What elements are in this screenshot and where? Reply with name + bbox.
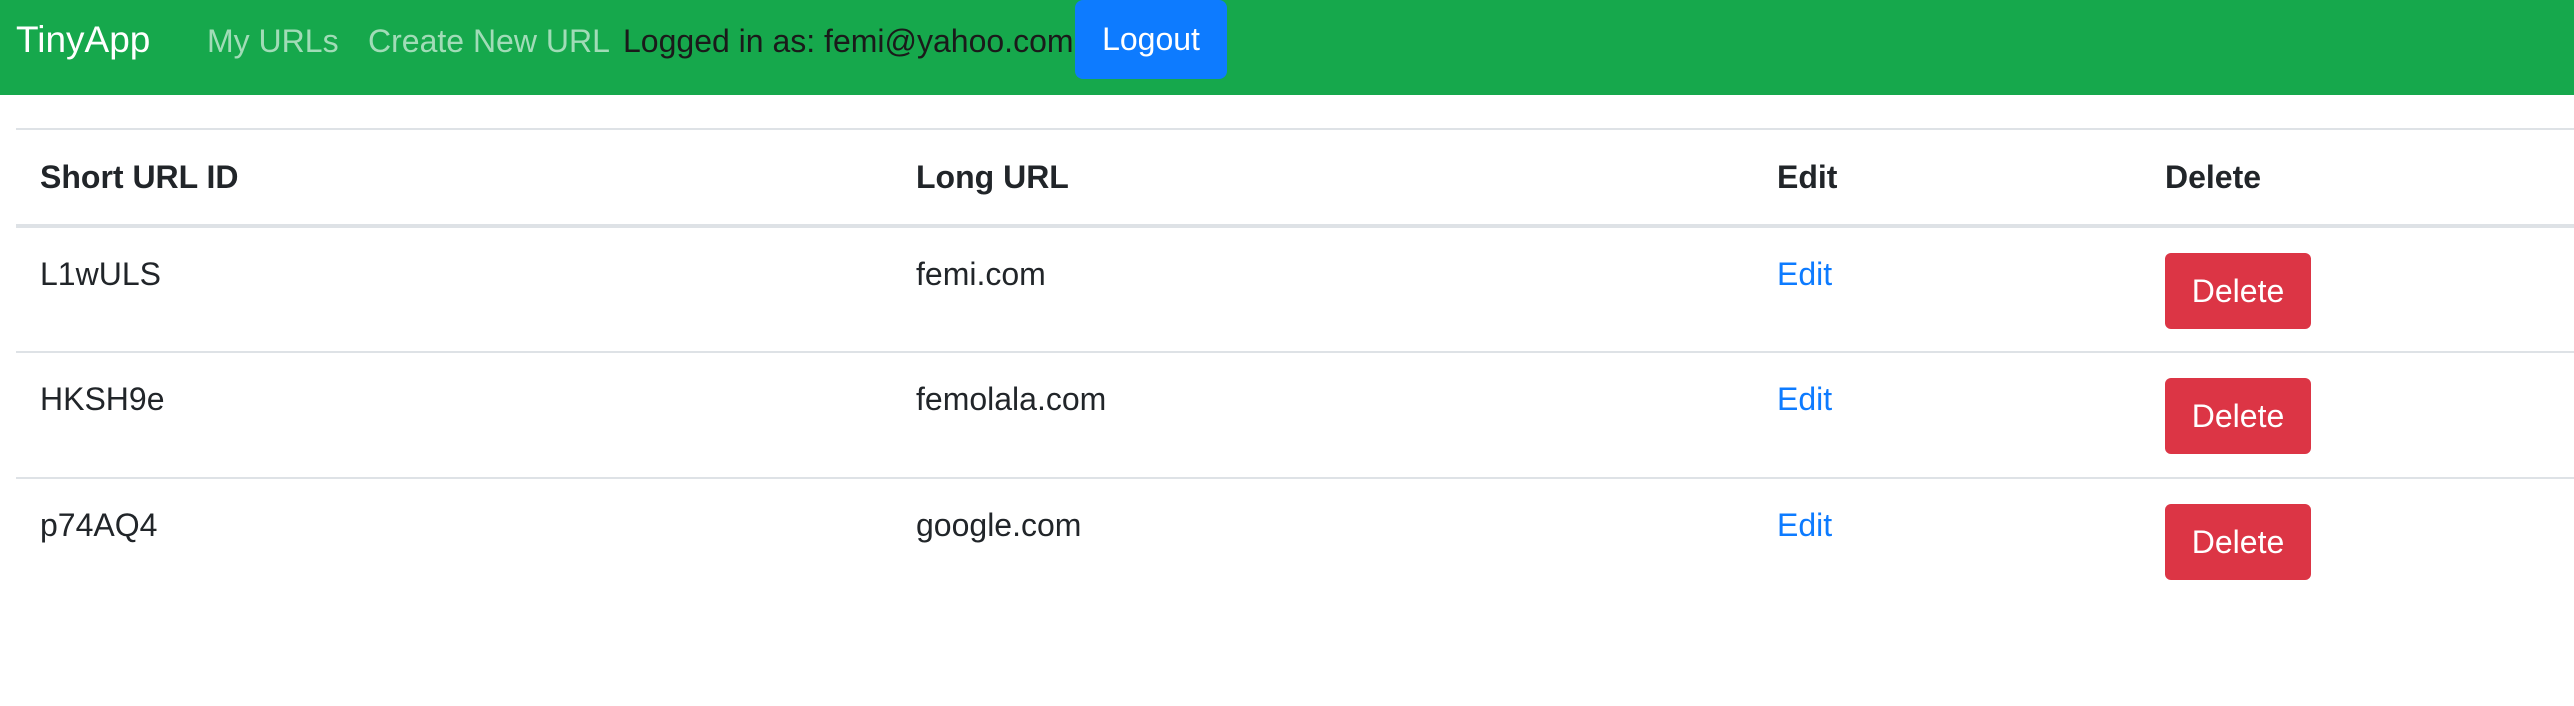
header-edit: Edit	[1777, 158, 1838, 195]
cell-long-url: femolala.com	[916, 381, 1107, 417]
nav-link-my-urls[interactable]: My URLs	[207, 20, 339, 62]
header-short-url-id: Short URL ID	[40, 158, 239, 195]
table-row: HKSH9e femolala.com Edit Delete	[16, 352, 2574, 478]
header-long-url: Long URL	[916, 158, 1069, 195]
cell-short-id: HKSH9e	[40, 381, 165, 417]
cell-long-url: femi.com	[916, 256, 1046, 292]
cell-long-url: google.com	[916, 507, 1082, 543]
table-header-row: Short URL ID Long URL Edit Delete	[16, 129, 2574, 226]
table-body: L1wULS femi.com Edit Delete HKSH9e femol…	[16, 226, 2574, 604]
edit-link[interactable]: Edit	[1777, 507, 1832, 543]
delete-button[interactable]: Delete	[2165, 378, 2311, 454]
edit-link[interactable]: Edit	[1777, 381, 1832, 417]
cell-edit: Edit	[1753, 226, 2141, 352]
table-header: Short URL ID Long URL Edit Delete	[16, 129, 2574, 226]
cell-delete: Delete	[2141, 352, 2574, 478]
table-row: p74AQ4 google.com Edit Delete	[16, 478, 2574, 604]
urls-table-container: Short URL ID Long URL Edit Delete L1wULS…	[16, 128, 2574, 604]
delete-button[interactable]: Delete	[2165, 253, 2311, 329]
logout-button[interactable]: Logout	[1075, 0, 1227, 79]
header-delete: Delete	[2165, 158, 2262, 195]
logged-in-status: Logged in as: femi@yahoo.com	[623, 23, 1074, 59]
cell-edit: Edit	[1753, 478, 2141, 604]
cell-delete: Delete	[2141, 226, 2574, 352]
edit-link[interactable]: Edit	[1777, 256, 1832, 292]
cell-edit: Edit	[1753, 352, 2141, 478]
cell-short-id: L1wULS	[40, 256, 161, 292]
delete-button[interactable]: Delete	[2165, 504, 2311, 580]
table-row: L1wULS femi.com Edit Delete	[16, 226, 2574, 352]
urls-table: Short URL ID Long URL Edit Delete L1wULS…	[16, 128, 2574, 604]
cell-short-id: p74AQ4	[40, 507, 158, 543]
cell-delete: Delete	[2141, 478, 2574, 604]
nav-link-create-new-url[interactable]: Create New URL	[368, 20, 610, 62]
navbar: TinyApp My URLs Create New URL Logged in…	[0, 0, 2574, 95]
brand-link[interactable]: TinyApp	[16, 16, 150, 64]
